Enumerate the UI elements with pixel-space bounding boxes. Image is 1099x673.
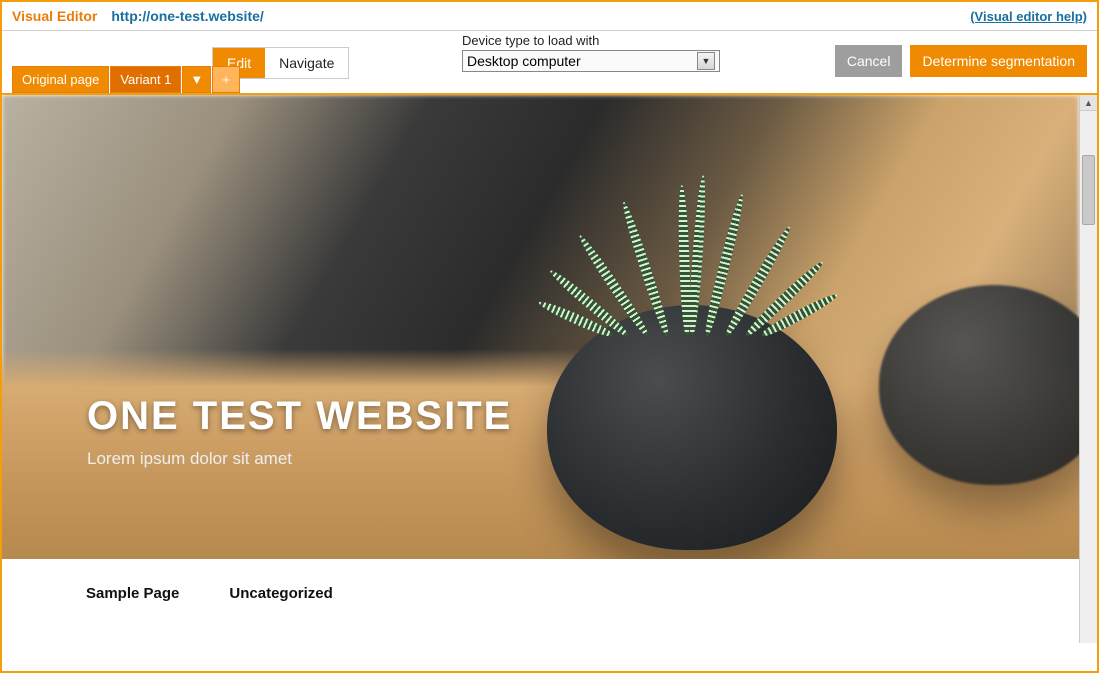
chevron-down-icon[interactable]: ▼: [697, 52, 715, 70]
toolbar: Edit Navigate Device type to load with D…: [2, 31, 1097, 93]
device-selected-value: Desktop computer: [467, 53, 581, 69]
page-url[interactable]: http://one-test.website/: [111, 8, 263, 24]
cancel-button[interactable]: Cancel: [835, 45, 903, 77]
website-preview[interactable]: ONE TEST WEBSITE Lorem ipsum dolor sit a…: [2, 95, 1079, 643]
device-label: Device type to load with: [462, 33, 720, 48]
device-selector-group: Device type to load with Desktop compute…: [462, 33, 720, 72]
help-link[interactable]: (Visual editor help): [970, 9, 1087, 24]
editor-title: Visual Editor: [12, 8, 97, 24]
device-select[interactable]: Desktop computer ▼: [462, 50, 720, 72]
mode-navigate-button[interactable]: Navigate: [265, 48, 348, 78]
app-frame: Visual Editor http://one-test.website/ (…: [0, 0, 1099, 673]
hero-section: ONE TEST WEBSITE Lorem ipsum dolor sit a…: [2, 95, 1079, 559]
variant-tabs: Original page Variant 1 ▼ +: [12, 66, 241, 93]
tab-original-page[interactable]: Original page: [12, 66, 109, 93]
scroll-thumb[interactable]: [1082, 155, 1095, 225]
site-nav: Sample Page Uncategorized: [2, 559, 1079, 628]
chevron-down-icon: ▼: [190, 72, 203, 87]
top-bar: Visual Editor http://one-test.website/ (…: [2, 2, 1097, 28]
hero-title: ONE TEST WEBSITE: [87, 394, 512, 439]
scroll-up-icon[interactable]: ▲: [1080, 95, 1097, 111]
hero-text-block: ONE TEST WEBSITE Lorem ipsum dolor sit a…: [87, 394, 512, 469]
determine-segmentation-button[interactable]: Determine segmentation: [910, 45, 1087, 77]
variant-dropdown-button[interactable]: ▼: [182, 66, 211, 93]
action-buttons: Cancel Determine segmentation: [835, 45, 1087, 77]
hero-subtitle: Lorem ipsum dolor sit amet: [87, 449, 512, 469]
plant-icon: [562, 155, 822, 335]
add-variant-button[interactable]: +: [212, 66, 240, 93]
nav-link-uncategorized[interactable]: Uncategorized: [229, 585, 332, 602]
preview-area: ONE TEST WEBSITE Lorem ipsum dolor sit a…: [2, 95, 1097, 643]
nav-link-sample-page[interactable]: Sample Page: [86, 585, 179, 602]
tab-variant-1[interactable]: Variant 1: [110, 66, 181, 93]
preview-scrollbar[interactable]: ▲: [1079, 95, 1097, 643]
plant-pot-primary: [547, 305, 837, 550]
plus-icon: +: [222, 72, 230, 87]
